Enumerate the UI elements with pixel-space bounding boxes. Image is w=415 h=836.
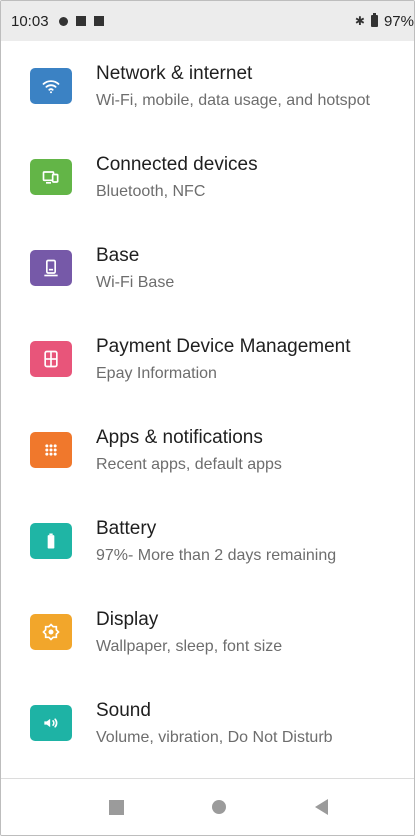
status-right: ✱ 97% <box>355 1 414 41</box>
navigation-bar <box>1 778 414 835</box>
back-triangle-icon <box>314 799 328 815</box>
notification-square-icon <box>75 16 86 26</box>
status-left: 10:03 <box>1 13 104 30</box>
settings-item-title: Network & internet <box>96 63 253 84</box>
home-button[interactable] <box>189 779 249 835</box>
settings-list: Network & internet Wi-Fi, mobile, data u… <box>1 41 414 769</box>
apps-icon <box>30 432 72 468</box>
home-circle-icon <box>212 800 226 814</box>
settings-item-subtitle: Wi-Fi, mobile, data usage, and hotspot <box>96 92 370 109</box>
status-bar: 10:03 ✱ 97% <box>1 1 414 41</box>
devices-icon <box>30 159 72 195</box>
battery-icon <box>30 523 72 559</box>
settings-item-subtitle: Recent apps, default apps <box>96 456 282 473</box>
settings-item-title: Sound <box>96 700 151 721</box>
settings-item-title: Payment Device Management <box>96 336 351 357</box>
settings-item-subtitle: Wi-Fi Base <box>96 274 175 291</box>
battery-status-icon <box>370 13 378 27</box>
back-button[interactable] <box>291 779 351 835</box>
settings-item-apps-notifications[interactable]: Apps & notifications Recent apps, defaul… <box>1 405 414 496</box>
settings-item-network[interactable]: Network & internet Wi-Fi, mobile, data u… <box>1 41 414 132</box>
base-icon <box>30 250 72 286</box>
recents-square-icon <box>108 799 124 815</box>
settings-item-subtitle: Epay Information <box>96 365 217 382</box>
phone-screen: 10:03 ✱ 97% Network & internet Wi-Fi, mo… <box>0 0 415 836</box>
settings-item-title: Display <box>96 609 159 630</box>
settings-item-title: Connected devices <box>96 154 258 175</box>
settings-item-subtitle: 97%- More than 2 days remaining <box>96 547 337 564</box>
recents-button[interactable] <box>86 779 146 835</box>
sound-icon <box>30 705 72 741</box>
notification-square-icon <box>93 16 104 26</box>
payment-icon <box>30 341 72 377</box>
settings-item-subtitle: Bluetooth, NFC <box>96 183 206 200</box>
settings-item-subtitle: Wallpaper, sleep, font size <box>96 638 283 655</box>
status-time: 10:03 <box>11 12 49 30</box>
settings-item-title: Apps & notifications <box>96 427 263 448</box>
settings-item-connected-devices[interactable]: Connected devices Bluetooth, NFC <box>1 132 414 223</box>
settings-item-base[interactable]: Base Wi-Fi Base <box>1 223 414 314</box>
settings-item-payment-device[interactable]: Payment Device Management Epay Informati… <box>1 314 414 405</box>
settings-item-subtitle: Volume, vibration, Do Not Disturb <box>96 729 333 746</box>
wifi-icon <box>30 68 72 104</box>
settings-item-display[interactable]: Display Wallpaper, sleep, font size <box>1 587 414 678</box>
settings-item-battery[interactable]: Battery 97%- More than 2 days remaining <box>1 496 414 587</box>
settings-item-title: Battery <box>96 518 157 539</box>
settings-item-title: Base <box>96 245 140 266</box>
settings-item-sound[interactable]: Sound Volume, vibration, Do Not Disturb <box>1 678 414 769</box>
notification-dot-icon <box>58 16 68 26</box>
bluetooth-icon: ✱ <box>354 14 365 28</box>
display-icon <box>30 614 72 650</box>
battery-percent: 97% <box>383 12 414 30</box>
